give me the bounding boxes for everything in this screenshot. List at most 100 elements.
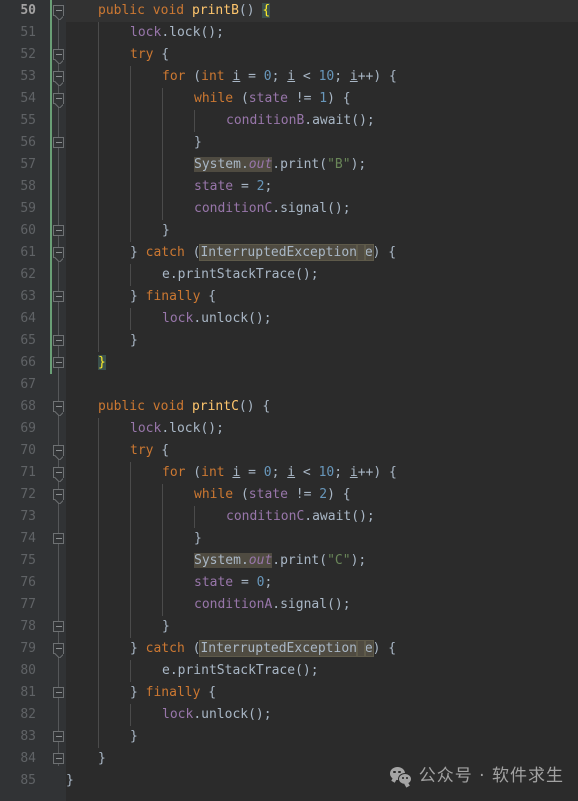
code-line[interactable]: state = 0; — [66, 572, 578, 594]
code-line[interactable]: try { — [66, 44, 578, 66]
code-line[interactable]: } — [66, 132, 578, 154]
code-line[interactable]: e.printStackTrace(); — [66, 264, 578, 286]
code-line[interactable]: public void printB() { — [66, 0, 578, 22]
code-line[interactable]: } finally { — [66, 286, 578, 308]
line-number[interactable]: 71 — [0, 462, 40, 484]
code-line[interactable]: } catch (InterruptedException e) { — [66, 638, 578, 660]
fold-region-start-icon[interactable] — [52, 396, 65, 418]
line-number[interactable]: 75 — [0, 550, 40, 572]
code-line[interactable]: } — [66, 330, 578, 352]
code-line[interactable]: try { — [66, 440, 578, 462]
code-line[interactable]: conditionB.await(); — [66, 110, 578, 132]
line-number[interactable]: 85 — [0, 770, 40, 792]
line-number[interactable]: 54 — [0, 88, 40, 110]
code-line[interactable]: } catch (InterruptedException e) { — [66, 242, 578, 264]
code-line[interactable]: } — [66, 748, 578, 770]
code-line[interactable]: } — [66, 726, 578, 748]
line-number[interactable]: 58 — [0, 176, 40, 198]
fold-region-end-icon[interactable] — [52, 286, 65, 308]
code-line[interactable]: conditionC.await(); — [66, 506, 578, 528]
code-line[interactable]: lock.unlock(); — [66, 308, 578, 330]
line-number[interactable]: 79 — [0, 638, 40, 660]
fold-region-start-icon[interactable] — [52, 242, 65, 264]
fold-region-end-icon[interactable] — [52, 330, 65, 352]
code-line[interactable]: for (int i = 0; i < 10; i++) { — [66, 462, 578, 484]
code-line[interactable]: } — [66, 770, 578, 792]
line-number[interactable]: 53 — [0, 66, 40, 88]
fold-region-start-icon[interactable] — [52, 0, 65, 22]
code-line[interactable]: System.out.print("C"); — [66, 550, 578, 572]
line-number[interactable]: 74 — [0, 528, 40, 550]
code-line[interactable]: for (int i = 0; i < 10; i++) { — [66, 66, 578, 88]
line-number[interactable]: 78 — [0, 616, 40, 638]
line-number[interactable]: 81 — [0, 682, 40, 704]
fold-region-end-icon[interactable] — [52, 748, 65, 770]
code-line[interactable]: while (state != 2) { — [66, 484, 578, 506]
code-line[interactable]: lock.unlock(); — [66, 704, 578, 726]
line-number[interactable]: 67 — [0, 374, 40, 396]
code-line[interactable]: } — [66, 616, 578, 638]
line-number[interactable]: 52 — [0, 44, 40, 66]
line-number[interactable]: 65 — [0, 330, 40, 352]
code-line[interactable]: lock.lock(); — [66, 418, 578, 440]
line-number[interactable]: 60 — [0, 220, 40, 242]
line-number[interactable]: 51 — [0, 22, 40, 44]
code-line[interactable]: conditionC.signal(); — [66, 198, 578, 220]
code-folding-column[interactable] — [52, 0, 66, 801]
line-number[interactable]: 59 — [0, 198, 40, 220]
line-number[interactable]: 73 — [0, 506, 40, 528]
line-number[interactable]: 68 — [0, 396, 40, 418]
editor-gutter[interactable]: 50 51 52 53 54 55 56 57 58 59 60 61 62 63 64 65 66 67 68 69… — [0, 0, 66, 801]
fold-region-end-icon[interactable] — [52, 220, 65, 242]
line-number[interactable]: 62 — [0, 264, 40, 286]
code-line[interactable]: e.printStackTrace(); — [66, 660, 578, 682]
line-number[interactable]: 82 — [0, 704, 40, 726]
code-line[interactable]: } — [66, 220, 578, 242]
code-line[interactable]: conditionA.signal(); — [66, 594, 578, 616]
line-number[interactable]: 64 — [0, 308, 40, 330]
line-number[interactable]: 50 — [0, 0, 40, 22]
code-line[interactable]: lock.lock(); — [66, 22, 578, 44]
fold-region-start-icon[interactable] — [52, 638, 65, 660]
fold-region-end-icon[interactable] — [52, 682, 65, 704]
line-number[interactable]: 77 — [0, 594, 40, 616]
fold-region-start-icon[interactable] — [52, 462, 65, 484]
line-number[interactable]: 83 — [0, 726, 40, 748]
fold-region-end-icon[interactable] — [52, 352, 65, 374]
fold-region-end-icon[interactable] — [52, 726, 65, 748]
line-number[interactable]: 66 — [0, 352, 40, 374]
fold-region-end-icon[interactable] — [52, 528, 65, 550]
line-number[interactable]: 80 — [0, 660, 40, 682]
fold-region-end-icon[interactable] — [52, 132, 65, 154]
code-line[interactable]: } — [66, 352, 578, 374]
code-line[interactable]: public void printC() { — [66, 396, 578, 418]
code-line[interactable]: } finally { — [66, 682, 578, 704]
line-number[interactable]: 56 — [0, 132, 40, 154]
line-number[interactable]: 57 — [0, 154, 40, 176]
code-token: (); — [327, 597, 351, 612]
code-token: ( — [233, 91, 249, 106]
line-number[interactable]: 69 — [0, 418, 40, 440]
fold-region-start-icon[interactable] — [52, 440, 65, 462]
code-line[interactable]: System.out.print("B"); — [66, 154, 578, 176]
line-number[interactable]: 61 — [0, 242, 40, 264]
line-number[interactable]: 72 — [0, 484, 40, 506]
code-line[interactable]: state = 2; — [66, 176, 578, 198]
code-line[interactable]: } — [66, 528, 578, 550]
fold-region-start-icon[interactable] — [52, 66, 65, 88]
line-number[interactable]: 84 — [0, 748, 40, 770]
fold-region-start-icon[interactable] — [52, 484, 65, 506]
fold-region-start-icon[interactable] — [52, 44, 65, 66]
code-editor[interactable]: 50 51 52 53 54 55 56 57 58 59 60 61 62 63 64 65 66 67 68 69… — [0, 0, 578, 801]
code-text[interactable]: public void printB() {lock.lock(); try {f… — [66, 0, 578, 792]
code-line[interactable] — [66, 374, 578, 396]
line-number[interactable]: 70 — [0, 440, 40, 462]
fold-region-end-icon[interactable] — [52, 616, 65, 638]
code-line[interactable]: while (state != 1) { — [66, 88, 578, 110]
code-content-area[interactable]: public void printB() {lock.lock(); try {f… — [66, 0, 578, 801]
line-number-column: 50 51 52 53 54 55 56 57 58 59 60 61 62 63 64 65 66 67 68 69… — [0, 0, 40, 792]
line-number[interactable]: 55 — [0, 110, 40, 132]
line-number[interactable]: 76 — [0, 572, 40, 594]
line-number[interactable]: 63 — [0, 286, 40, 308]
fold-region-start-icon[interactable] — [52, 88, 65, 110]
